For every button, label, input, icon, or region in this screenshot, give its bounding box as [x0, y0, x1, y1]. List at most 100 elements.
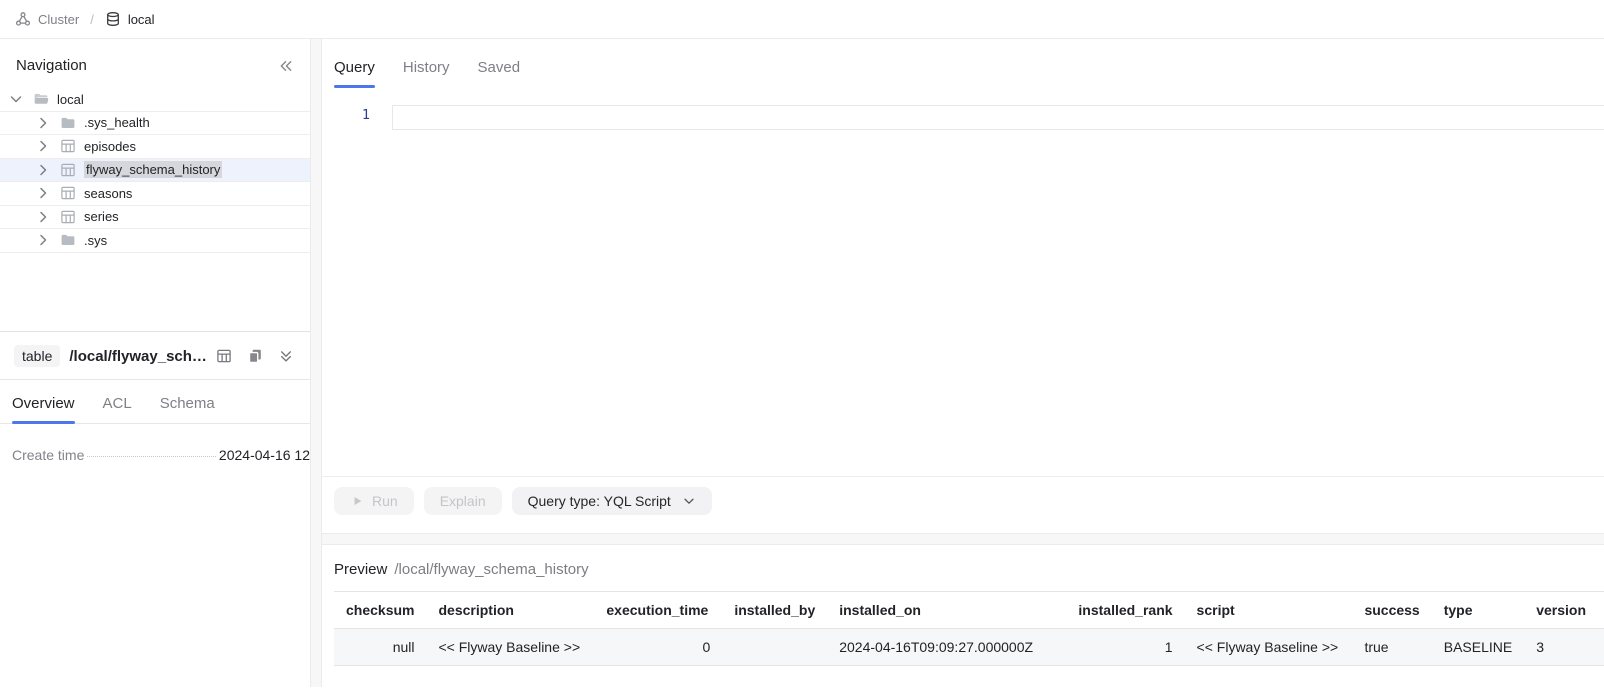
left-panel: Navigation local .sys_health episodes flywa… [0, 39, 310, 687]
editor-line-number: 1 [322, 107, 370, 123]
column-header-description: description [426, 592, 594, 629]
tab-query[interactable]: Query [334, 59, 375, 87]
cluster-icon [15, 11, 31, 27]
explain-button-label: Explain [440, 493, 486, 509]
chevron-right-icon[interactable] [35, 209, 51, 225]
tree-item-sys[interactable]: .sys [0, 229, 310, 253]
column-header-installed-rank: installed_rank [1066, 592, 1184, 629]
tree-item-episodes[interactable]: episodes [0, 135, 310, 159]
table-cell-success: true [1352, 629, 1431, 666]
tab-history[interactable]: History [403, 59, 450, 87]
table-icon [60, 138, 76, 154]
preview-title-label: Preview [334, 561, 387, 578]
object-type-badge: table [14, 345, 60, 367]
chevron-right-icon[interactable] [35, 138, 51, 154]
main-panel: Query History Saved 1 Run Explain Query ty… [322, 39, 1604, 687]
object-path: /local/flyway_sch… [69, 348, 207, 365]
query-tabs: Query History Saved [334, 59, 1604, 87]
tree-item-label: local [57, 92, 84, 107]
query-section: Query History Saved 1 Run Explain Query ty… [322, 39, 1604, 533]
table-icon [60, 185, 76, 201]
table-cell-installed-on: 2024-04-16T09:09:27.000000Z [827, 629, 1066, 666]
tree-item-label: episodes [84, 139, 136, 154]
table-cell-type: BASELINE [1432, 629, 1524, 666]
tree-item-local[interactable]: local [0, 88, 310, 112]
tab-schema[interactable]: Schema [160, 395, 215, 423]
tab-acl[interactable]: ACL [103, 395, 132, 423]
navigation-tree: local .sys_health episodes flyway_schema_hi… [0, 88, 310, 253]
tree-item-label: series [84, 209, 119, 224]
table-cell-script: << Flyway Baseline >> [1185, 629, 1353, 666]
open-preview-icon[interactable] [216, 348, 232, 364]
chevron-right-icon[interactable] [35, 232, 51, 248]
column-header-version: version [1524, 592, 1604, 629]
table-cell-version: 3 [1524, 629, 1604, 666]
table-row[interactable]: null<< Flyway Baseline >>02024-04-16T09:… [334, 629, 1604, 666]
table-cell-installed-by [722, 629, 827, 666]
query-type-dropdown[interactable]: Query type: YQL Script [512, 487, 712, 515]
object-summary-actions [216, 348, 294, 364]
dotted-leader [87, 456, 216, 457]
table-cell-description: << Flyway Baseline >> [426, 629, 594, 666]
column-header-script: script [1185, 592, 1353, 629]
chevron-right-icon[interactable] [35, 115, 51, 131]
preview-table: checksumdescriptionexecution_timeinstall… [334, 591, 1604, 666]
preview-title: Preview /local/flyway_schema_history [334, 561, 1604, 578]
column-header-installed-by: installed_by [722, 592, 827, 629]
chevron-right-icon[interactable] [35, 185, 51, 201]
tab-saved[interactable]: Saved [478, 59, 521, 87]
explain-button[interactable]: Explain [424, 487, 502, 515]
app-layout: Navigation local .sys_health episodes flywa… [0, 39, 1604, 687]
navigation-title: Navigation [16, 57, 87, 74]
column-header-installed-on: installed_on [827, 592, 1066, 629]
breadcrumb-bar: Cluster / local [0, 0, 1604, 39]
folder-icon [60, 232, 76, 248]
table-cell-execution-time: 0 [594, 629, 722, 666]
query-editor[interactable]: 1 [322, 97, 1604, 477]
tree-item-label: flyway_schema_history [84, 161, 222, 178]
breadcrumb-item-local[interactable]: local [105, 11, 155, 27]
info-row-create-time: Create time 2024-04-16 12 [12, 447, 310, 463]
expand-summary-icon[interactable] [278, 348, 294, 364]
info-value: 2024-04-16 12 [219, 447, 310, 463]
chevron-down-icon[interactable] [8, 91, 24, 107]
run-button[interactable]: Run [334, 487, 414, 515]
query-type-label: Query type: YQL Script [528, 493, 671, 509]
breadcrumb-label: Cluster [38, 12, 79, 27]
table-cell-checksum: null [334, 629, 426, 666]
vertical-resizer[interactable] [310, 39, 322, 687]
breadcrumb-label: local [128, 12, 155, 27]
table-icon [60, 162, 76, 178]
run-button-label: Run [372, 493, 398, 509]
object-summary-panel: table /local/flyway_sch… Overview ACL Sche… [0, 332, 310, 463]
navigation-header: Navigation [0, 57, 310, 74]
table-cell-installed-rank: 1 [1066, 629, 1184, 666]
column-header-checksum: checksum [334, 592, 426, 629]
chevron-down-icon [682, 494, 696, 508]
object-summary-tabs: Overview ACL Schema [0, 380, 310, 424]
object-summary-header: table /local/flyway_sch… [0, 332, 310, 380]
preview-path: /local/flyway_schema_history [394, 561, 588, 578]
tab-overview[interactable]: Overview [12, 395, 75, 423]
breadcrumb-separator: / [90, 12, 94, 27]
navigation-panel: Navigation local .sys_health episodes flywa… [0, 39, 310, 332]
database-icon [105, 11, 121, 27]
table-header-row: checksumdescriptionexecution_timeinstall… [334, 592, 1604, 629]
query-actions: Run Explain Query type: YQL Script [334, 487, 1604, 515]
chevron-right-icon[interactable] [35, 162, 51, 178]
tree-item-flyway-schema-history[interactable]: flyway_schema_history [0, 159, 310, 183]
info-label: Create time [12, 447, 84, 463]
collapse-panel-icon[interactable] [278, 58, 294, 74]
tree-item-seasons[interactable]: seasons [0, 182, 310, 206]
horizontal-resizer[interactable] [322, 533, 1604, 545]
tree-item-series[interactable]: series [0, 206, 310, 230]
tree-item-sys-health[interactable]: .sys_health [0, 112, 310, 136]
tree-item-label: .sys [84, 233, 107, 248]
folder-icon [60, 115, 76, 131]
play-icon [350, 494, 364, 508]
copy-path-icon[interactable] [247, 348, 263, 364]
folder-open-icon [33, 91, 49, 107]
breadcrumb-item-cluster[interactable]: Cluster [15, 11, 79, 27]
column-header-type: type [1432, 592, 1524, 629]
tree-item-label: seasons [84, 186, 132, 201]
